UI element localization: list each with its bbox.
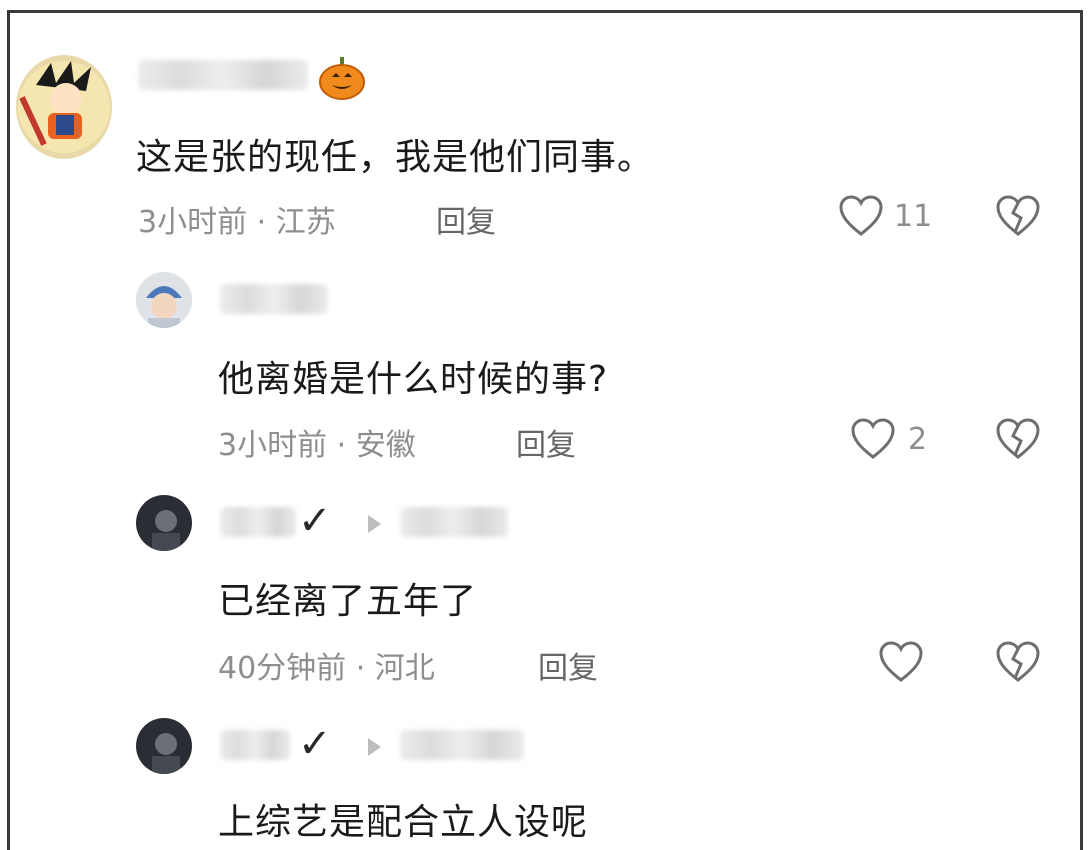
pumpkin-icon xyxy=(318,55,366,101)
heart-icon xyxy=(851,418,895,459)
comment-meta: 3小时前 · 安徽 xyxy=(218,428,416,463)
username-blurred[interactable] xyxy=(220,507,296,537)
reply-arrow-icon xyxy=(368,738,381,756)
avatar[interactable] xyxy=(16,55,112,159)
reply-to-username-blurred[interactable] xyxy=(400,730,524,760)
broken-heart-icon xyxy=(996,418,1040,459)
like-button[interactable]: 2 xyxy=(850,417,927,461)
reply-button[interactable]: 回复 xyxy=(516,420,576,464)
verified-check-icon: ✓ xyxy=(298,721,332,767)
username-blurred[interactable] xyxy=(220,730,290,760)
comment-meta: 40分钟前 · 河北 xyxy=(218,651,435,686)
like-count: 11 xyxy=(894,198,933,234)
reply-to-username-blurred[interactable] xyxy=(400,507,508,537)
avatar[interactable] xyxy=(136,718,192,774)
dislike-button[interactable] xyxy=(995,640,1041,688)
heart-icon xyxy=(839,195,883,236)
username-blurred[interactable] xyxy=(138,60,308,90)
avatar[interactable] xyxy=(136,495,192,551)
dislike-button[interactable] xyxy=(995,417,1041,465)
verified-check-icon: ✓ xyxy=(298,498,332,544)
comment-text: 上综艺是配合立人设呢 xyxy=(218,802,589,843)
dislike-button[interactable] xyxy=(995,194,1041,242)
comment-text: 这是张的现任，我是他们同事。 xyxy=(136,137,655,178)
comment-meta: 3小时前 · 江苏 xyxy=(138,205,336,240)
like-button[interactable]: 11 xyxy=(838,194,932,238)
comment-text: 已经离了五年了 xyxy=(218,581,478,622)
reply-button[interactable]: 回复 xyxy=(538,643,598,687)
broken-heart-icon xyxy=(996,195,1040,236)
reply-arrow-icon xyxy=(368,515,381,533)
comment-text: 他离婚是什么时候的事? xyxy=(218,359,609,400)
avatar[interactable] xyxy=(136,272,192,328)
broken-heart-icon xyxy=(996,641,1040,682)
reply-button[interactable]: 回复 xyxy=(436,197,496,241)
like-count: 2 xyxy=(908,421,928,457)
heart-icon xyxy=(879,641,923,682)
username-blurred[interactable] xyxy=(220,284,328,314)
like-button[interactable] xyxy=(878,640,924,684)
